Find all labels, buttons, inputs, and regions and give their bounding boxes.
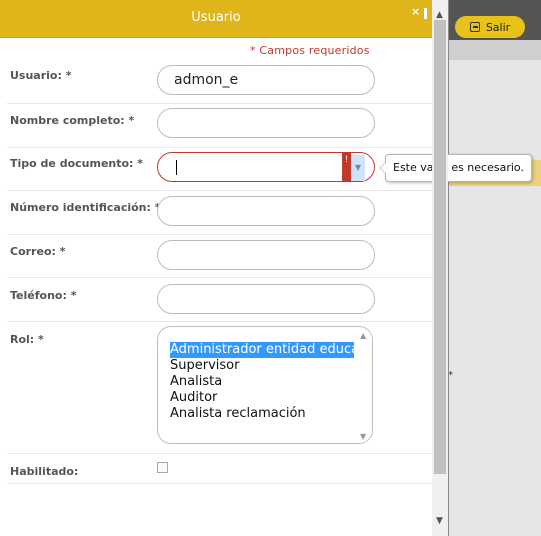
- user-dialog: Usuario × * Campos requeridos Usuario: *…: [0, 0, 532, 536]
- correo-label: Correo: *: [10, 245, 66, 258]
- telefono-input[interactable]: [157, 284, 375, 314]
- rol-option[interactable]: Supervisor: [170, 358, 354, 374]
- error-flag-icon: !: [342, 153, 351, 181]
- arrow-up-icon[interactable]: ▲: [360, 331, 366, 340]
- nombre-completo-label: Nombre completo: *: [10, 114, 135, 127]
- rol-option[interactable]: Analista reclamación: [170, 406, 354, 422]
- arrow-up-icon[interactable]: ▲: [436, 10, 443, 20]
- dialog-titlebar[interactable]: Usuario ×: [0, 0, 432, 38]
- dialog-title: Usuario: [191, 10, 241, 25]
- logout-icon: [469, 22, 480, 32]
- numero-identificacion-label: Número identificación: *: [10, 201, 161, 214]
- usuario-input[interactable]: admon_e: [157, 65, 375, 95]
- required-fields-note: * Campos requeridos: [250, 44, 370, 57]
- validation-tooltip: Este valor es necesario.: [379, 154, 532, 182]
- background-panel: [449, 60, 541, 536]
- dropdown-arrow-icon[interactable]: ▼: [351, 155, 365, 181]
- titlebar-handle: [424, 8, 427, 19]
- rol-label: Rol: *: [10, 333, 44, 346]
- rol-listbox-scrollbar[interactable]: ▲ ▼: [357, 327, 372, 443]
- tipo-documento-label: Tipo de documento: *: [10, 157, 144, 170]
- logout-label: Salir: [485, 20, 511, 34]
- scrollbar-thumb[interactable]: [434, 20, 446, 474]
- telefono-label: Teléfono: *: [10, 289, 77, 302]
- rol-option[interactable]: Administrador entidad educa: [170, 342, 354, 358]
- rol-listbox[interactable]: Administrador entidad educa Supervisor A…: [157, 326, 373, 444]
- arrow-down-icon[interactable]: ▼: [360, 432, 366, 441]
- habilitado-checkbox[interactable]: [157, 462, 168, 473]
- usuario-label: Usuario: *: [10, 69, 72, 82]
- rol-option[interactable]: Auditor: [170, 390, 354, 406]
- close-icon[interactable]: ×: [411, 5, 420, 18]
- dialog-scrollbar[interactable]: ▲ ▼: [432, 0, 448, 536]
- numero-identificacion-input[interactable]: [157, 196, 375, 226]
- correo-input[interactable]: [157, 240, 375, 270]
- rol-option[interactable]: Analista: [170, 374, 354, 390]
- nombre-completo-input[interactable]: [157, 108, 375, 138]
- habilitado-label: Habilitado:: [10, 465, 79, 478]
- text-caret: [176, 160, 177, 175]
- logout-button[interactable]: Salir: [455, 16, 525, 38]
- arrow-down-icon[interactable]: ▼: [436, 516, 443, 526]
